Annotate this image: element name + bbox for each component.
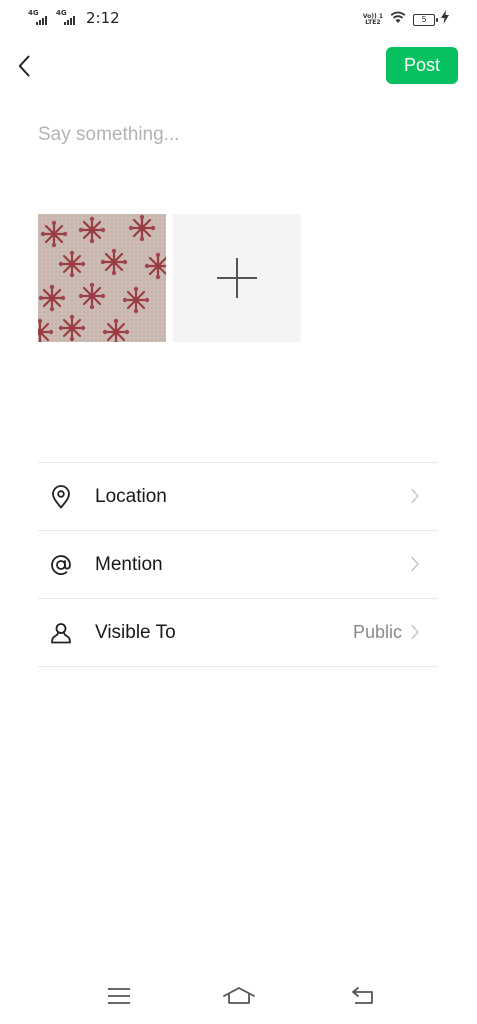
charging-icon bbox=[441, 10, 449, 29]
back-button[interactable] bbox=[12, 50, 36, 82]
chevron-left-icon bbox=[18, 55, 30, 77]
status-time: 2:12 bbox=[86, 9, 120, 27]
at-sign-icon bbox=[49, 553, 73, 577]
visible-to-value: Public bbox=[352, 622, 402, 642]
attached-photo-thumbnail[interactable] bbox=[38, 214, 166, 342]
battery-icon: 5 bbox=[413, 13, 438, 26]
mention-label: Mention bbox=[95, 553, 163, 575]
location-option[interactable]: Location bbox=[38, 463, 438, 531]
location-label: Location bbox=[95, 485, 167, 507]
header: Post bbox=[0, 40, 477, 96]
menu-icon bbox=[108, 988, 130, 1004]
system-navigation-bar bbox=[0, 970, 477, 1024]
volte-label-bottom: LTE2 bbox=[365, 18, 381, 26]
compose-text-input[interactable]: Say something... bbox=[38, 120, 438, 160]
chevron-right-icon bbox=[411, 556, 419, 572]
return-icon bbox=[352, 987, 373, 1004]
location-pin-icon bbox=[49, 484, 73, 509]
signal-sim2-icon: 4G bbox=[56, 10, 78, 26]
home-icon bbox=[223, 987, 255, 1004]
wifi-icon bbox=[389, 10, 407, 29]
signal-sim1-icon: 4G bbox=[28, 10, 50, 26]
status-bar: 4G 4G 2:12 Vo)) 1 LTE2 5 bbox=[0, 0, 477, 40]
post-button[interactable]: Post bbox=[386, 47, 458, 84]
plus-icon bbox=[217, 258, 257, 298]
chevron-right-icon bbox=[411, 624, 419, 640]
volte-indicator: Vo)) 1 LTE2 bbox=[363, 13, 383, 26]
add-photo-button[interactable] bbox=[173, 214, 301, 342]
mention-option[interactable]: Mention bbox=[38, 531, 438, 599]
status-right: Vo)) 1 LTE2 5 bbox=[363, 10, 449, 29]
status-left: 4G 4G 2:12 bbox=[28, 9, 120, 27]
visible-to-option[interactable]: Visible To Public bbox=[38, 599, 438, 667]
home-button[interactable] bbox=[221, 980, 257, 1012]
back-nav-button[interactable] bbox=[345, 980, 381, 1012]
person-icon bbox=[49, 621, 73, 645]
chevron-right-icon bbox=[411, 488, 419, 504]
post-options-list: Location Mention Visible To Public bbox=[38, 462, 438, 667]
visible-to-label: Visible To bbox=[95, 621, 176, 643]
menu-button[interactable] bbox=[101, 980, 137, 1012]
